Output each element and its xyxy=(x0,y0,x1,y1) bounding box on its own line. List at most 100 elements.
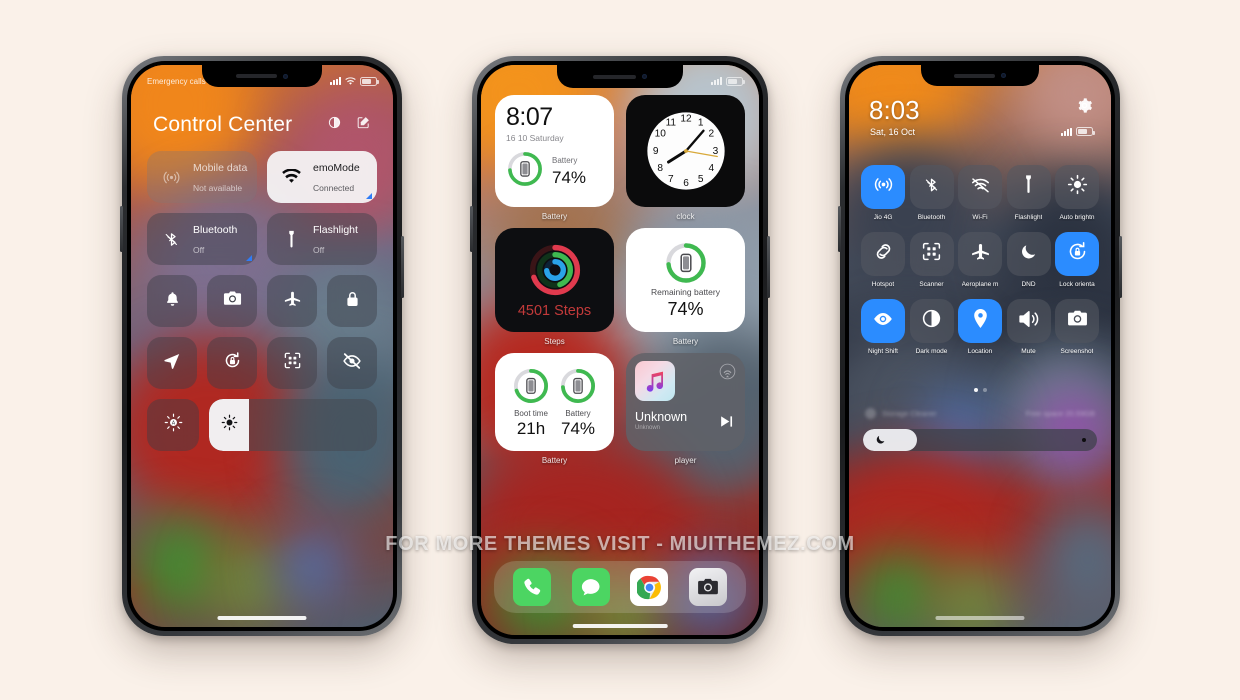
control-center-actions xyxy=(327,115,371,130)
battery-label: Battery xyxy=(565,409,591,418)
phone1-screen: Emergency calls o Control Center Mobile … xyxy=(131,65,393,627)
toggle-scanner[interactable]: Scanner xyxy=(909,232,954,288)
tile-location[interactable] xyxy=(147,337,197,389)
toggle-label: Screenshot xyxy=(1060,348,1094,355)
phone2-home-indicator xyxy=(572,624,668,628)
tile-corner-indicator xyxy=(246,255,252,261)
toggle-auto-brightness[interactable]: Auto brightn xyxy=(1055,165,1099,221)
tile-ringer[interactable] xyxy=(147,275,197,327)
toggle-label: Scanner xyxy=(919,281,944,288)
settings-icon[interactable] xyxy=(327,115,342,130)
brightness-slider-fill xyxy=(863,429,917,451)
toggle-label: Jio 4G xyxy=(873,214,893,221)
tile-mobile-data[interactable]: Mobile data Not available xyxy=(147,151,257,203)
toggle-hotspot[interactable]: Hotspot xyxy=(861,232,905,288)
phone3-home-indicator xyxy=(935,616,1025,620)
toggle-row: Night Shift Dark mode Location Mute Scre… xyxy=(861,299,1099,355)
toggle-jio-4g[interactable]: Jio 4G xyxy=(861,165,905,221)
toggle-mute[interactable]: Mute xyxy=(1006,299,1051,355)
page-dot xyxy=(982,388,987,392)
tile-qr-scanner[interactable] xyxy=(267,337,317,389)
lock-icon xyxy=(345,290,360,313)
music-note-icon xyxy=(646,371,664,392)
tile-wifi[interactable]: emoMode Connected xyxy=(267,151,377,203)
toggle-location[interactable]: Location xyxy=(958,299,1002,355)
brightness-slider[interactable] xyxy=(863,429,1097,451)
toggle-lock-orientation[interactable]: Lock orienta xyxy=(1055,232,1099,288)
tile-title: emoMode xyxy=(313,162,360,175)
battery-value: 74% xyxy=(560,419,596,438)
svg-text:4: 4 xyxy=(708,163,714,174)
battery-column: Battery 74% xyxy=(559,367,597,439)
edit-icon[interactable] xyxy=(356,115,371,130)
page-dot-active xyxy=(973,388,978,392)
tile-bluetooth[interactable]: Bluetooth Off xyxy=(147,213,257,265)
airplane-icon xyxy=(970,241,991,267)
widget-battery-time[interactable]: 8:07 16 10 Saturday Battery 74% Battery xyxy=(495,95,614,221)
toggle-label: DND xyxy=(1021,281,1036,288)
toggle-flashlight[interactable]: Flashlight xyxy=(1006,165,1051,221)
bluetooth-off-icon xyxy=(923,175,940,200)
storage-cleaner-row[interactable]: Storage Cleaner Free space 20.59GB xyxy=(865,405,1095,421)
tile-airplane-mode[interactable] xyxy=(267,275,317,327)
brightness-icon xyxy=(1067,174,1088,200)
page-indicator-dots[interactable] xyxy=(849,388,1111,392)
phone2-volume-button xyxy=(470,206,473,252)
tile-flashlight[interactable]: Flashlight Off xyxy=(267,213,377,265)
tile-title: Flashlight xyxy=(313,224,358,237)
toggle-screenshot[interactable]: Screenshot xyxy=(1055,299,1099,355)
airplay-icon[interactable] xyxy=(719,363,736,385)
tile-lock[interactable] xyxy=(327,275,377,327)
phone2-notch xyxy=(557,65,683,88)
next-track-icon[interactable] xyxy=(720,415,734,433)
signal-icon xyxy=(330,77,341,85)
tile-subtitle: Off xyxy=(313,245,325,255)
tile-rotation-lock[interactable] xyxy=(207,337,257,389)
toggle-dark-mode[interactable]: Dark mode xyxy=(909,299,954,355)
phone1-power-button xyxy=(401,236,404,298)
location-arrow-icon xyxy=(163,352,181,375)
toggle-label: Aeroplane m xyxy=(961,281,999,288)
remaining-battery-label: Remaining battery xyxy=(651,286,720,297)
phone-app-icon[interactable] xyxy=(513,568,552,606)
toggle-label: Bluetooth xyxy=(917,214,946,221)
activity-rings-icon xyxy=(529,244,580,296)
widget-caption: player xyxy=(674,456,697,465)
gear-icon[interactable] xyxy=(1076,97,1093,119)
app-dock xyxy=(494,561,746,613)
messages-app-icon[interactable] xyxy=(571,568,610,606)
widget-player[interactable]: Unknown Unknown player xyxy=(626,353,745,465)
bell-icon xyxy=(164,290,181,313)
storage-icon xyxy=(865,407,876,419)
phone-1-control-center: Emergency calls o Control Center Mobile … xyxy=(120,56,404,636)
widget-clock[interactable]: 12 1 2 345 678 9 10 11 clock xyxy=(626,95,745,221)
storage-title: Storage Cleaner xyxy=(882,408,937,418)
camera-icon xyxy=(223,290,242,312)
toggle-aeroplane-mode[interactable]: Aeroplane m xyxy=(958,232,1002,288)
toggle-wifi[interactable]: Wi-Fi xyxy=(958,165,1002,221)
album-art xyxy=(635,361,675,401)
widget-boot-battery[interactable]: Boot time 21h Battery 74% Battery xyxy=(495,353,614,465)
camera-app-icon[interactable] xyxy=(688,568,727,606)
toggle-dnd[interactable]: DND xyxy=(1006,232,1051,288)
toggle-bluetooth[interactable]: Bluetooth xyxy=(909,165,954,221)
phone-3-miui-control-center: 8:03 Sat, 16 Oct Jio 4G Bluetooth Wi-Fi … xyxy=(838,56,1122,636)
tile-subtitle: Not available xyxy=(193,183,243,193)
wifi-off-icon xyxy=(970,176,991,199)
widget-steps[interactable]: 4501 Steps Steps xyxy=(495,228,614,346)
svg-text:10: 10 xyxy=(654,128,666,139)
tile-eye-protection[interactable] xyxy=(327,337,377,389)
lock-screen-time: 8:03 xyxy=(869,95,920,125)
flashlight-icon xyxy=(1023,174,1034,200)
tile-auto-brightness[interactable]: A xyxy=(147,399,199,451)
remaining-battery-percent: 74% xyxy=(667,298,704,319)
eye-icon xyxy=(872,310,894,333)
widget-remaining-battery[interactable]: Remaining battery 74% Battery xyxy=(626,228,745,346)
chrome-app-icon[interactable] xyxy=(630,568,669,606)
tile-camera[interactable] xyxy=(207,275,257,327)
toggle-night-shift[interactable]: Night Shift xyxy=(861,299,905,355)
toggle-label: Night Shift xyxy=(868,348,898,355)
widget-caption: Steps xyxy=(544,337,565,346)
brightness-slider[interactable] xyxy=(209,399,377,451)
mobile-data-icon xyxy=(158,168,184,187)
